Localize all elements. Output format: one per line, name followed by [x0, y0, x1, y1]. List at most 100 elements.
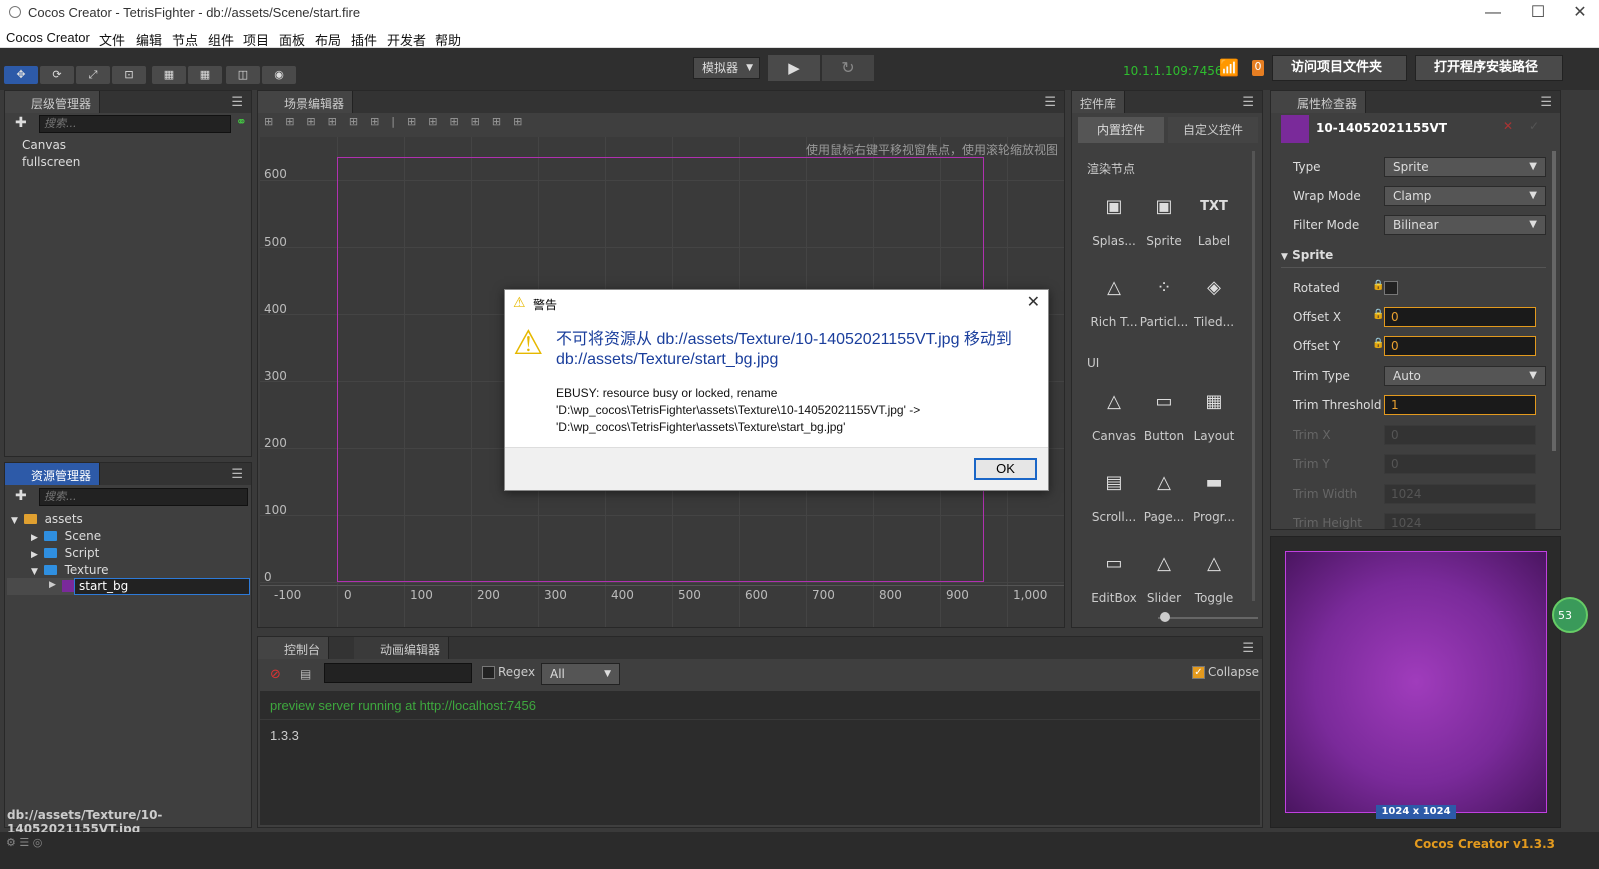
component-richtext[interactable]: △ Rich T...: [1089, 273, 1139, 329]
open-install-path-button[interactable]: 打开程序安装路径: [1415, 55, 1563, 81]
zoom-slider[interactable]: [1158, 617, 1258, 619]
menu-item-developer[interactable]: 开发者: [387, 30, 426, 49]
menu-icon[interactable]: ☰: [231, 467, 243, 482]
log-level-select[interactable]: All ▼: [541, 663, 620, 685]
trim-threshold-input[interactable]: 1: [1384, 395, 1536, 415]
menu-icon[interactable]: ☰: [1242, 641, 1254, 656]
link-icon[interactable]: ⚭: [236, 115, 247, 130]
hierarchy-item-fullscreen[interactable]: fullscreen: [22, 155, 80, 169]
rect-tool-icon[interactable]: ⊡: [112, 66, 146, 84]
scrollbar[interactable]: [1252, 151, 1255, 601]
open-project-folder-button[interactable]: 访问项目文件夹: [1272, 55, 1407, 81]
record-tool-icon[interactable]: ◉: [262, 66, 296, 84]
filter-mode-select[interactable]: Bilinear ▼: [1384, 215, 1546, 235]
assets-root[interactable]: ▼ assets: [11, 512, 83, 526]
components-tab[interactable]: 控件库: [1072, 91, 1126, 113]
move-tool-icon[interactable]: ✥: [4, 66, 38, 84]
assets-folder-texture[interactable]: ▼ Texture: [31, 563, 109, 577]
trim-type-select[interactable]: Auto ▼: [1384, 366, 1546, 386]
component-label-item[interactable]: TXT Label: [1189, 192, 1239, 248]
menu-item-plugin[interactable]: 插件: [351, 30, 377, 49]
platform-select[interactable]: 模拟器 ▼: [693, 57, 760, 79]
scale-tool-icon[interactable]: ⤢: [76, 66, 110, 84]
crop-tool-icon[interactable]: ◫: [226, 66, 260, 84]
side-badge[interactable]: 53: [1552, 597, 1588, 633]
menu-item-file[interactable]: 文件: [99, 30, 125, 49]
offset-x-input[interactable]: 0: [1384, 307, 1536, 327]
triangle-icon: △: [1107, 277, 1121, 298]
assets-folder-scene[interactable]: ▶ Scene: [31, 529, 101, 543]
console-tab[interactable]: 控制台: [258, 637, 330, 659]
apply-icon[interactable]: ✓: [1529, 119, 1539, 133]
zoom-slider-handle[interactable]: [1160, 612, 1170, 622]
console-output[interactable]: preview server running at http://localho…: [260, 691, 1260, 825]
scrollbar[interactable]: [1552, 151, 1556, 451]
pivot-tool-icon[interactable]: ▦: [152, 66, 186, 84]
rotate-tool-icon[interactable]: ⟳: [40, 66, 74, 84]
collapse-checkbox[interactable]: ✓: [1192, 666, 1205, 679]
local-tool-icon[interactable]: ▦: [188, 66, 222, 84]
menu-icon[interactable]: ☰: [231, 95, 243, 110]
component-button[interactable]: ▭ Button: [1139, 387, 1189, 443]
scene-tab[interactable]: 场景编辑器: [258, 91, 354, 113]
component-pageview[interactable]: △ Page...: [1139, 468, 1189, 524]
rename-input[interactable]: start_bg: [74, 578, 250, 595]
component-tiled[interactable]: ◈ Tiled...: [1189, 273, 1239, 329]
menu-icon[interactable]: ☰: [1242, 95, 1254, 110]
component-progressbar[interactable]: ▬ Progr...: [1189, 468, 1239, 524]
refresh-button[interactable]: ↻: [822, 55, 874, 81]
hierarchy-tab[interactable]: 层级管理器: [5, 91, 101, 113]
revert-icon[interactable]: ✕: [1503, 119, 1513, 133]
dialog-close-button[interactable]: ✕: [1027, 292, 1040, 312]
component-layout[interactable]: ▦ Layout: [1189, 387, 1239, 443]
selected-asset-row[interactable]: ▶ start_bg: [7, 578, 250, 595]
component-editbox[interactable]: ▭ EditBox: [1089, 549, 1139, 605]
add-asset-icon[interactable]: ✚: [15, 488, 27, 504]
hierarchy-item-canvas[interactable]: Canvas: [22, 138, 66, 152]
component-scrollview[interactable]: ▤ Scroll...: [1089, 468, 1139, 524]
hierarchy-search-input[interactable]: 搜索...: [39, 115, 231, 133]
component-splash[interactable]: ▣ Splas...: [1089, 192, 1139, 248]
custom-components-tab[interactable]: 自定义控件: [1168, 117, 1258, 143]
close-window-button[interactable]: ✕: [1560, 2, 1599, 24]
component-slider[interactable]: △ Slider: [1139, 549, 1189, 605]
chevron-down-icon: ▼: [1281, 252, 1288, 262]
assets-tab[interactable]: 资源管理器: [5, 463, 101, 485]
inspector-tab[interactable]: 属性检查器: [1271, 91, 1367, 113]
menu-icon[interactable]: ☰: [1044, 95, 1056, 110]
component-canvas[interactable]: △ Canvas: [1089, 387, 1139, 443]
file-icon[interactable]: ▤: [300, 667, 311, 681]
builtin-components-tab[interactable]: 内置控件: [1078, 117, 1164, 143]
console-line: preview server running at http://localho…: [270, 698, 536, 713]
menu-item-project[interactable]: 项目: [243, 30, 269, 49]
component-sprite[interactable]: ▣ Sprite: [1139, 192, 1189, 248]
regex-checkbox[interactable]: [482, 666, 495, 679]
assets-folder-script[interactable]: ▶ Script: [31, 546, 99, 560]
clear-icon[interactable]: ⊘: [270, 667, 281, 682]
component-toggle[interactable]: △ Toggle: [1189, 549, 1239, 605]
menu-item-layout[interactable]: 布局: [315, 30, 341, 49]
component-particle[interactable]: ⁘ Particl...: [1139, 273, 1189, 329]
sprite-section-header[interactable]: ▼ Sprite: [1281, 248, 1546, 268]
ok-button[interactable]: OK: [974, 458, 1037, 480]
align-toolbar-icons[interactable]: ⊞⊞⊞⊞⊞⊞|⊞⊞⊞⊞⊞⊞: [264, 115, 604, 133]
menu-item-node[interactable]: 节点: [172, 30, 198, 49]
animation-editor-tab[interactable]: 动画编辑器: [354, 637, 450, 659]
assets-search-input[interactable]: 搜索...: [39, 488, 248, 506]
offset-y-input[interactable]: 0: [1384, 336, 1536, 356]
menu-item-panel[interactable]: 面板: [279, 30, 305, 49]
rotated-checkbox[interactable]: [1384, 281, 1398, 295]
play-button[interactable]: ▶: [768, 55, 820, 81]
type-select[interactable]: Sprite ▼: [1384, 157, 1546, 177]
console-filter-input[interactable]: [324, 663, 472, 683]
menu-item-help[interactable]: 帮助: [435, 30, 461, 49]
x-axis: -100 0 100 200 300 400 500 600 700 800 9…: [260, 585, 1064, 605]
wrap-mode-select[interactable]: Clamp ▼: [1384, 186, 1546, 206]
maximize-button[interactable]: ☐: [1518, 2, 1558, 24]
add-node-icon[interactable]: ✚: [15, 115, 27, 131]
menu-item-edit[interactable]: 编辑: [136, 30, 162, 49]
minimize-button[interactable]: —: [1473, 2, 1513, 24]
menu-item-cocos[interactable]: Cocos Creator: [6, 30, 90, 45]
menu-item-component[interactable]: 组件: [208, 30, 234, 49]
menu-icon[interactable]: ☰: [1540, 95, 1552, 110]
